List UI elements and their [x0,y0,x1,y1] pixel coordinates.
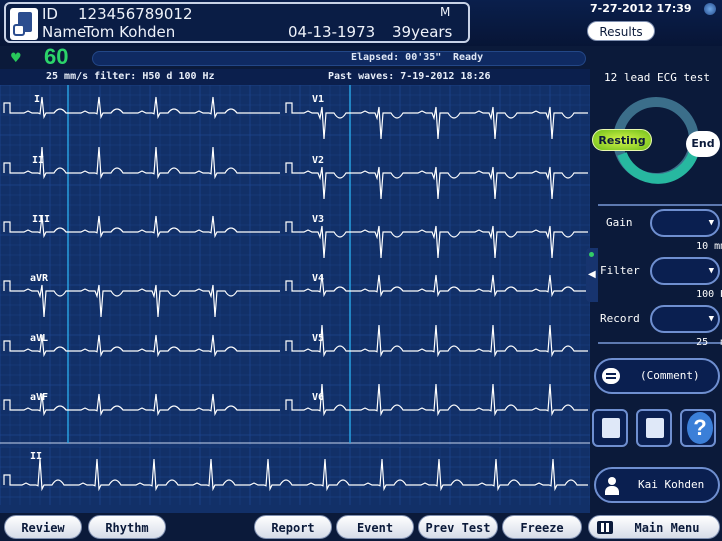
media-icon-button[interactable] [636,409,672,447]
id-label: ID [42,5,58,23]
comment-button[interactable]: (Comment) [594,358,720,394]
computer-icon-button[interactable] [592,409,628,447]
utility-icons: ? [592,409,720,449]
help-icon: ? [687,412,713,444]
record-label: Record [600,312,640,325]
lead-label-i: I [34,94,41,105]
record-select[interactable]: 25 mm/s ▼ [650,305,722,348]
past-waves-info: Past waves: 7-19-2012 18:26 [328,71,491,82]
status-pill: Elapsed: 00'35" Ready [92,51,586,66]
gain-select[interactable]: 10 mm/mV ▼ [650,209,722,252]
heart-icon: ♥ [10,51,22,66]
resting-button[interactable]: Resting [592,129,652,151]
comment-icon [602,368,620,384]
chevron-down-icon: ▼ [708,218,714,228]
chevron-down-icon: ▼ [708,314,714,324]
ecg-trace [3,146,280,180]
patient-id: 123456789012 [78,5,193,23]
acquisition-state: Ready [453,52,484,63]
status-bar: ♥ 60 Elapsed: 00'35" Ready [0,44,590,69]
results-button[interactable]: Results [587,21,655,41]
chevron-left-icon: ◀ [588,269,596,280]
ecg-trace [3,280,280,318]
lead-label-avf: aVF [30,392,49,403]
chevron-down-icon: ▼ [708,266,714,276]
gain-label: Gain [606,216,633,229]
lead-label-v1: V1 [312,94,325,105]
ecg-trace [3,96,280,120]
record-value: 25 mm/s [696,337,722,348]
ecg-info-bar: 25 mm/s filter: H50 d 100 Hz Past waves:… [0,69,590,85]
lead-label-avl: aVL [30,333,49,344]
patient-info-card[interactable]: ID 123456789012 M Name Tom Kohden 04-13-… [4,2,470,43]
ecg-trace [285,221,588,259]
ecg-trace [285,102,588,140]
ecg-display: 25 mm/s filter: H50 d 100 Hz Past waves:… [0,69,590,513]
lead-label-v5: V5 [312,333,325,344]
computer-icon [602,418,620,438]
freeze-button[interactable]: Freeze [502,515,582,539]
patient-dob: 04-13-1973 [288,23,376,41]
elapsed-time: Elapsed: 00'35" [351,52,442,63]
patient-document-icon [10,8,38,40]
filter-value: 100 Hz [696,289,722,300]
rhythm-button[interactable]: Rhythm [88,515,166,539]
review-button[interactable]: Review [4,515,82,539]
ecg-trace [285,324,588,358]
lead-label-v6: V6 [312,392,325,403]
datetime-display: 7-27-2012 17:39 [586,1,720,19]
end-button[interactable]: End [686,131,720,157]
filter-label: Filter [600,264,640,277]
sd-card-icon [646,418,664,438]
lead-label-v4: V4 [312,273,325,284]
patient-age: 39years [392,23,453,41]
comment-label: (Comment) [640,369,700,382]
ecg-trace [285,162,588,200]
test-title: 12 lead ECG test [604,71,710,84]
header-bar: ID 123456789012 M Name Tom Kohden 04-13-… [0,0,722,46]
indicator-dot [589,252,594,257]
user-button[interactable]: Kai Kohden [594,467,720,503]
current-datetime: 7-27-2012 17:39 [590,2,692,15]
main-menu-button[interactable]: Main Menu [588,515,720,539]
keyboard-icon [597,521,613,534]
lead-label-iii: III [32,214,51,225]
acquisition-settings: Gain 10 mm/mV ▼ Filter 100 Hz ▼ Record 2… [598,204,722,348]
lead-label-v2: V2 [312,155,325,166]
search-icon[interactable] [704,3,716,15]
lead-label-avr: aVR [30,273,49,284]
main-menu-label: Main Menu [634,521,700,535]
ecg-trace [285,383,588,417]
ecg-waveform-grid [0,85,590,505]
heart-rate-value: 60 [44,44,69,69]
event-button[interactable]: Event [336,515,414,539]
patient-name: Tom Kohden [84,23,176,41]
report-button[interactable]: Report [254,515,332,539]
prev-test-button[interactable]: Prev Test [418,515,498,539]
right-control-panel: 12 lead ECG test Resting End ◀ Gain 10 m… [586,66,722,513]
help-button[interactable]: ? [680,409,716,447]
gain-value: 10 mm/mV [696,241,722,252]
lead-label-v3: V3 [312,214,325,225]
user-name: Kai Kohden [638,478,705,491]
ecg-filter-info: 25 mm/s filter: H50 d 100 Hz [46,71,215,82]
collapse-panel-tab[interactable]: ◀ [586,248,598,302]
lead-label-ii: II [32,155,45,166]
bottom-toolbar: Review Rhythm Report Event Prev Test Fre… [0,513,722,541]
filter-select[interactable]: 100 Hz ▼ [650,257,722,300]
user-icon [604,477,620,495]
name-label: Name [42,23,87,41]
patient-sex: M [440,5,451,19]
lead-label-rhythm: II [30,451,43,462]
